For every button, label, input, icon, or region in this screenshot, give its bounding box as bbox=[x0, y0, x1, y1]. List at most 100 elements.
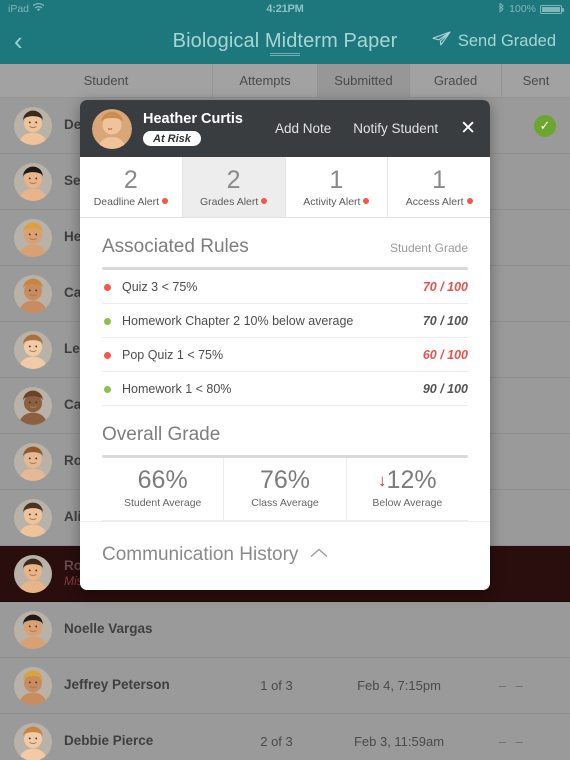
communication-history-section[interactable]: Communication History bbox=[80, 520, 490, 590]
alert-tab[interactable]: 2 Deadline Alert bbox=[80, 157, 183, 218]
rule-row[interactable]: Quiz 3 < 75% 70 / 100 bbox=[102, 270, 468, 305]
alert-tab[interactable]: 2 Grades Alert bbox=[182, 157, 286, 218]
student-grade-label: Student Grade bbox=[389, 241, 468, 256]
status-bar-right: 100% bbox=[498, 2, 564, 16]
status-bar-time: 4:21PM bbox=[266, 3, 304, 15]
overall-grade-header: Overall Grade bbox=[102, 406, 468, 455]
rule-label: Quiz 3 < 75% bbox=[122, 280, 198, 295]
rule-label: Pop Quiz 1 < 75% bbox=[122, 348, 224, 363]
close-icon[interactable]: ✕ bbox=[460, 119, 476, 138]
alert-status-dot-icon bbox=[466, 198, 473, 205]
rule-row[interactable]: Homework 1 < 80% 90 / 100 bbox=[102, 372, 468, 407]
device-label: iPad bbox=[8, 3, 30, 15]
avatar bbox=[14, 442, 52, 481]
avatar bbox=[14, 610, 52, 649]
alert-tabs: 2 Deadline Alert 2 Grades Alert 1 Activity Al… bbox=[80, 157, 490, 219]
modal-body: Associated Rules Student Grade Quiz 3 < … bbox=[80, 218, 490, 521]
associated-rules-title: Associated Rules bbox=[102, 236, 249, 258]
modal-actions: Add Note Notify Student ✕ bbox=[275, 119, 490, 138]
rule-status-dot-icon bbox=[104, 283, 111, 291]
avatar bbox=[14, 162, 52, 201]
avatar bbox=[14, 554, 52, 593]
submitted-cell: Feb 3, 11:59am bbox=[353, 734, 445, 749]
column-attempts[interactable]: Attempts bbox=[213, 64, 318, 97]
grade-stat-label: Class Average bbox=[251, 496, 319, 509]
rule-label: Homework 1 < 80% bbox=[122, 382, 232, 397]
page-title-text: Biological Midterm Paper bbox=[172, 29, 398, 52]
table-row[interactable]: Noelle Vargas bbox=[0, 602, 570, 658]
rule-status-dot-icon bbox=[104, 385, 111, 393]
alert-count: 1 bbox=[329, 166, 344, 194]
chevron-up-icon[interactable] bbox=[309, 546, 329, 564]
associated-rules-header: Associated Rules Student Grade bbox=[102, 218, 468, 267]
rule-label: Homework Chapter 2 10% below average bbox=[122, 314, 354, 329]
graded-check-icon: ✓ bbox=[534, 114, 556, 137]
student-detail-modal: Heather Curtis At Risk Add Note Notify S… bbox=[80, 100, 490, 590]
back-button[interactable]: ‹ bbox=[14, 28, 23, 54]
status-bar-left: iPad bbox=[8, 2, 45, 15]
nav-bar: ‹ Biological Midterm Paper Send Graded bbox=[0, 18, 570, 64]
rule-row[interactable]: Pop Quiz 1 < 75% 60 / 100 bbox=[102, 338, 468, 373]
column-student[interactable]: Student bbox=[0, 64, 213, 97]
grade-cells: 66% Student Average 76% Class Average ↓12% Be… bbox=[102, 458, 468, 521]
notify-student-button[interactable]: Notify Student bbox=[353, 121, 438, 136]
alert-label: Grades Alert bbox=[183, 196, 285, 208]
overall-grade-title: Overall Grade bbox=[102, 424, 221, 446]
alert-tab[interactable]: 1 Activity Alert bbox=[286, 157, 389, 218]
alert-status-dot-icon bbox=[162, 198, 169, 205]
avatar bbox=[14, 666, 52, 705]
grade-stat: ↓12% Below Average bbox=[347, 458, 468, 520]
submitted-cell: Feb 4, 7:15pm bbox=[357, 678, 441, 693]
alert-label: Access Alert bbox=[388, 196, 490, 208]
rule-grade: 90 / 100 bbox=[422, 382, 468, 397]
table-row[interactable]: Jeffrey Peterson 1 of 3 Feb 4, 7:15pm – – bbox=[0, 658, 570, 714]
grade-stat-value: ↓12% bbox=[378, 466, 437, 495]
alert-status-dot-icon bbox=[363, 198, 370, 205]
rule-status-dot-icon bbox=[104, 351, 111, 359]
status-badge: At Risk bbox=[143, 131, 201, 147]
column-submitted[interactable]: Submitted bbox=[318, 64, 410, 97]
grade-stat: 76% Class Average bbox=[224, 458, 347, 520]
arrow-down-icon: ↓ bbox=[378, 471, 387, 491]
column-graded[interactable]: Graded bbox=[410, 64, 502, 97]
avatar bbox=[14, 498, 52, 537]
rule-status-dot-icon bbox=[104, 317, 111, 325]
grade-stat-label: Student Average bbox=[123, 496, 202, 509]
grade-stat-value: 76% bbox=[259, 466, 311, 495]
avatar bbox=[14, 386, 52, 425]
battery-icon bbox=[540, 4, 564, 14]
rule-grade: 60 / 100 bbox=[422, 348, 468, 363]
grade-stat: 66% Student Average bbox=[102, 458, 225, 520]
rules-list: Quiz 3 < 75% 70 / 100 Homework Chapter 2 1… bbox=[102, 270, 468, 407]
alert-count: 2 bbox=[123, 166, 138, 194]
send-graded-button[interactable]: Send Graded bbox=[432, 31, 556, 51]
alert-label: Deadline Alert bbox=[80, 196, 182, 208]
alert-status-dot-icon bbox=[261, 198, 268, 205]
avatar bbox=[14, 274, 52, 313]
modal-student-name: Heather Curtis bbox=[143, 111, 243, 128]
alert-count: 2 bbox=[226, 166, 241, 194]
student-name: Debbie Pierce bbox=[64, 733, 154, 749]
table-row[interactable]: Debbie Pierce 2 of 3 Feb 3, 11:59am – – bbox=[0, 714, 570, 760]
avatar bbox=[92, 108, 132, 149]
column-sent[interactable]: Sent bbox=[502, 64, 570, 97]
graded-sent-cell: – – bbox=[498, 734, 527, 749]
alert-count: 1 bbox=[432, 166, 447, 194]
avatar bbox=[14, 218, 52, 257]
rule-grade: 70 / 100 bbox=[422, 280, 468, 295]
column-header-bar: Student Attempts Submitted Graded Sent bbox=[0, 64, 570, 98]
bluetooth-icon bbox=[498, 2, 505, 16]
alert-label: Activity Alert bbox=[286, 196, 388, 208]
paper-plane-icon bbox=[432, 31, 451, 51]
avatar bbox=[14, 722, 52, 760]
grade-stat-label: Below Average bbox=[372, 496, 443, 509]
modal-header: Heather Curtis At Risk Add Note Notify S… bbox=[80, 100, 490, 157]
grade-stat-value: 66% bbox=[137, 466, 188, 495]
title-underline bbox=[270, 52, 300, 56]
rule-row[interactable]: Homework Chapter 2 10% below average 70 /… bbox=[102, 304, 468, 339]
avatar bbox=[14, 330, 52, 369]
student-name: Noelle Vargas bbox=[64, 621, 153, 637]
send-graded-label: Send Graded bbox=[457, 31, 556, 50]
alert-tab[interactable]: 1 Access Alert bbox=[388, 157, 490, 217]
add-note-button[interactable]: Add Note bbox=[275, 121, 331, 136]
